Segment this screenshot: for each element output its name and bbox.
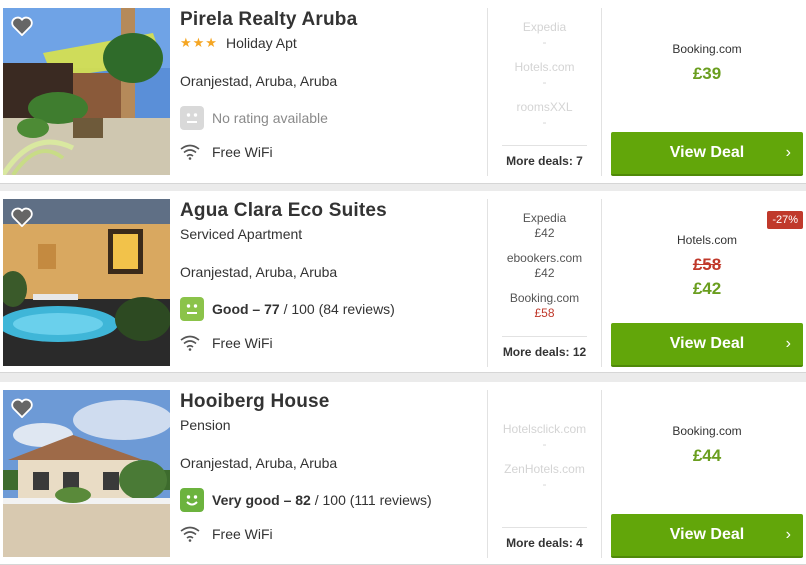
chevron-right-icon: ›	[785, 335, 791, 352]
accommodation-type: Serviced Apartment	[180, 226, 303, 242]
rating-summary[interactable]: Very good – 82 / 100 (111 reviews)	[180, 488, 480, 512]
deal-price[interactable]: £44	[611, 446, 803, 466]
rating-text: No rating available	[212, 110, 328, 126]
rating-summary: No rating available	[180, 106, 480, 130]
smiley-face-icon	[180, 297, 204, 321]
hotel-photo[interactable]	[3, 8, 170, 175]
hotel-location[interactable]: Oranjestad, Aruba, Aruba	[180, 72, 480, 90]
amenity-label: Free WiFi	[212, 335, 273, 351]
hotel-card: Agua Clara Eco Suites Serviced Apartment…	[0, 191, 806, 373]
more-deals-link[interactable]: More deals: 7	[502, 145, 587, 168]
deal-item[interactable]: roomsXXL -	[488, 100, 601, 130]
other-deals-panel: Hotelsclick.com - ZenHotels.com - More d…	[487, 390, 602, 558]
accommodation-type: Holiday Apt	[225, 35, 297, 51]
chevron-right-icon: ›	[785, 144, 791, 161]
rating-score: / 100 (84 reviews)	[279, 301, 395, 317]
deal-item[interactable]: Hotels.com -	[488, 60, 601, 90]
favorite-heart-icon[interactable]	[11, 16, 33, 36]
other-deals-panel: Expedia £42 ebookers.com £42 Booking.com…	[487, 199, 602, 367]
hotel-photo[interactable]	[3, 390, 170, 557]
rating-label: Good – 77	[212, 301, 280, 317]
rating-score: / 100 (111 reviews)	[310, 492, 432, 508]
amenity-wifi: Free WiFi	[180, 526, 480, 542]
hotel-location[interactable]: Oranjestad, Aruba, Aruba	[180, 454, 480, 472]
hotel-name[interactable]: Agua Clara Eco Suites	[180, 199, 480, 223]
favorite-heart-icon[interactable]	[11, 398, 33, 418]
neutral-face-icon	[180, 106, 204, 130]
discount-badge: -27%	[767, 211, 803, 229]
hotel-photo[interactable]	[3, 199, 170, 366]
more-deals-link[interactable]: More deals: 4	[502, 527, 587, 550]
view-deal-button[interactable]: View Deal ›	[611, 323, 803, 367]
view-deal-button[interactable]: View Deal ›	[611, 514, 803, 558]
deal-item[interactable]: Hotelsclick.com -	[488, 422, 601, 452]
deal-provider[interactable]: Booking.com	[611, 424, 803, 438]
wifi-icon	[180, 335, 200, 351]
hotel-name[interactable]: Pirela Realty Aruba	[180, 8, 480, 32]
wifi-icon	[180, 144, 200, 160]
other-deals-panel: Expedia - Hotels.com - roomsXXL - More d…	[487, 8, 602, 176]
view-deal-button[interactable]: View Deal ›	[611, 132, 803, 176]
amenity-wifi: Free WiFi	[180, 144, 480, 160]
chevron-right-icon: ›	[785, 526, 791, 543]
hotel-name[interactable]: Hooiberg House	[180, 390, 480, 414]
hotel-location[interactable]: Oranjestad, Aruba, Aruba	[180, 263, 480, 281]
rating-label: Very good – 82	[212, 492, 311, 508]
amenity-label: Free WiFi	[212, 526, 273, 542]
rating-summary[interactable]: Good – 77 / 100 (84 reviews)	[180, 297, 480, 321]
star-rating-icon: ★★★	[180, 35, 218, 50]
best-deal-panel: Booking.com £39 View Deal ›	[611, 8, 803, 176]
hotel-results-list: Pirela Realty Aruba ★★★ Holiday Apt Oran…	[0, 0, 806, 565]
deal-item[interactable]: Booking.com £58	[488, 291, 601, 321]
smiley-face-icon	[180, 488, 204, 512]
deal-provider[interactable]: Booking.com	[611, 42, 803, 56]
original-price: £58	[692, 255, 722, 274]
hotel-card: Pirela Realty Aruba ★★★ Holiday Apt Oran…	[0, 0, 806, 184]
best-deal-panel: Booking.com £44 View Deal ›	[611, 390, 803, 558]
deal-item[interactable]: ebookers.com £42	[488, 251, 601, 281]
deal-item[interactable]: Expedia -	[488, 20, 601, 50]
favorite-heart-icon[interactable]	[11, 207, 33, 227]
hotel-card: Hooiberg House Pension Oranjestad, Aruba…	[0, 382, 806, 565]
amenity-wifi: Free WiFi	[180, 335, 480, 351]
deal-item[interactable]: ZenHotels.com -	[488, 462, 601, 492]
accommodation-type: Pension	[180, 417, 231, 433]
more-deals-link[interactable]: More deals: 12	[502, 336, 587, 359]
wifi-icon	[180, 526, 200, 542]
amenity-label: Free WiFi	[212, 144, 273, 160]
deal-price[interactable]: £39	[611, 64, 803, 84]
best-deal-panel: -27% Hotels.com £58 £42 View Deal ›	[611, 199, 803, 367]
deal-provider[interactable]: Hotels.com	[611, 233, 803, 247]
deal-item[interactable]: Expedia £42	[488, 211, 601, 241]
deal-price[interactable]: £42	[611, 279, 803, 299]
